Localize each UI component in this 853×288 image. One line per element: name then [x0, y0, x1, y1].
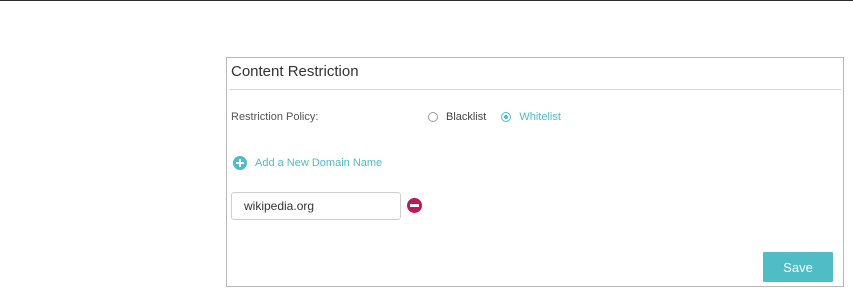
- minus-circle-icon[interactable]: [407, 198, 422, 213]
- plus-circle-icon[interactable]: [233, 156, 247, 170]
- restriction-policy-label: Restriction Policy:: [231, 111, 319, 123]
- restriction-policy-radio-group: Blacklist Whitelist: [428, 111, 576, 123]
- add-domain-link[interactable]: Add a New Domain Name: [233, 156, 382, 170]
- blacklist-radio-icon[interactable]: [428, 112, 438, 122]
- title-divider: [229, 89, 841, 90]
- domain-name-input[interactable]: [231, 192, 401, 220]
- panel-title: Content Restriction: [231, 63, 359, 80]
- whitelist-radio-icon[interactable]: [501, 112, 512, 122]
- whitelist-radio-option[interactable]: Whitelist: [501, 111, 561, 123]
- add-domain-label[interactable]: Add a New Domain Name: [255, 157, 382, 169]
- blacklist-radio-option[interactable]: Blacklist: [428, 111, 486, 123]
- whitelist-radio-label[interactable]: Whitelist: [519, 111, 561, 123]
- save-button[interactable]: Save: [763, 252, 833, 282]
- content-restriction-panel: Content Restriction Restriction Policy: …: [226, 57, 844, 287]
- top-divider: [0, 0, 853, 1]
- blacklist-radio-label[interactable]: Blacklist: [446, 111, 486, 123]
